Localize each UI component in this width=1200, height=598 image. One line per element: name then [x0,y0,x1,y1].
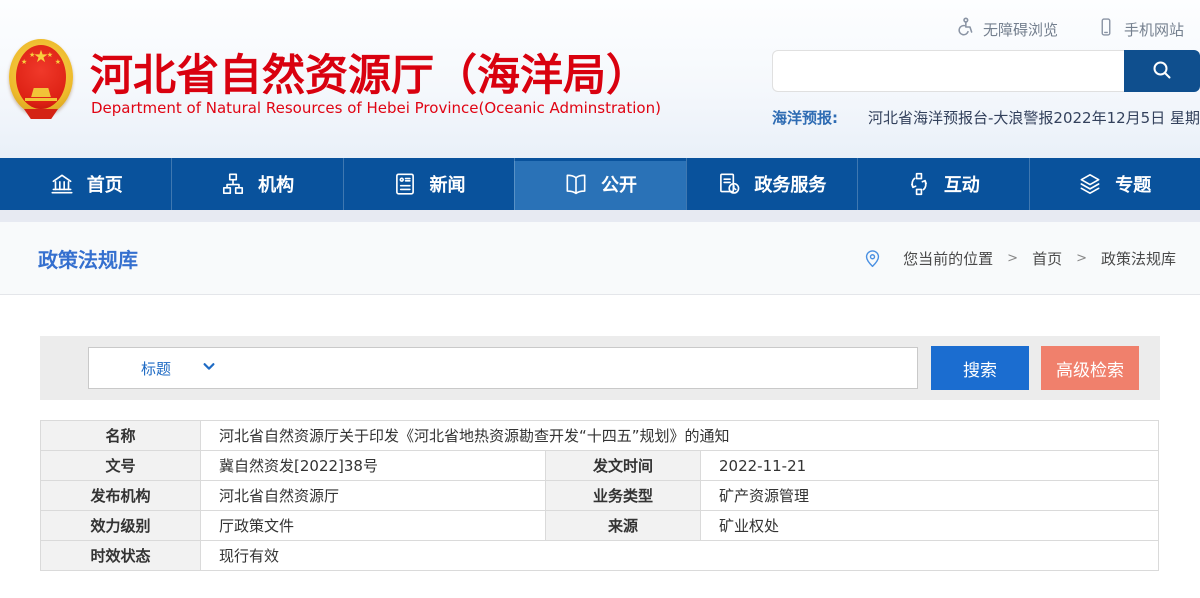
nav-label: 专题 [1115,171,1151,197]
advanced-search-button[interactable]: 高级检索 [1041,346,1139,390]
breadcrumb-current[interactable]: 政策法规库 [1101,248,1176,269]
table-row: 效力级别 厅政策文件 来源 矿业权处 [41,511,1159,541]
chevron-down-icon [201,359,217,377]
search-button[interactable]: 搜索 [931,346,1029,390]
site-subtitle: Department of Natural Resources of Hebei… [91,99,661,117]
site-header: 无障碍浏览 手机网站 ★ ★ ★ ★ ★ 河北省自然资源厅（海洋局） Depar… [0,0,1200,158]
policy-detail-table: 名称 河北省自然资源厅关于印发《河北省地热资源勘查开发“十四五”规划》的通知 文… [40,420,1159,571]
gov-service-icon [716,171,742,197]
detail-value-cell: 冀自然资发[2022]38号 [201,451,546,481]
policy-search-bar: 标题 搜索 高级检索 [40,336,1160,400]
detail-value-cell: 厅政策文件 [201,511,546,541]
nav-label: 首页 [87,171,123,197]
detail-value-cell: 现行有效 [201,541,1159,571]
detail-label-cell: 发文时间 [546,451,701,481]
forecast-link[interactable]: 河北省海洋预报台-大浪警报 [868,107,1053,128]
breadcrumb: 您当前的位置 > 首页 > 政策法规库 [862,248,1176,269]
table-row: 名称 河北省自然资源厅关于印发《河北省地热资源勘查开发“十四五”规划》的通知 [41,421,1159,451]
detail-label-cell: 时效状态 [41,541,201,571]
open-book-icon [563,171,589,197]
nav-item-news[interactable]: 新闻 [343,158,514,210]
nav-bottom-strip [0,210,1200,222]
topics-layers-icon [1077,171,1103,197]
detail-value-cell: 2022-11-21 [701,451,1159,481]
detail-label-cell: 发布机构 [41,481,201,511]
nav-item-public[interactable]: 公开 [514,158,685,210]
search-icon [1150,58,1174,85]
forecast-label: 海洋预报: [772,107,838,128]
nav-item-home[interactable]: 首页 [0,158,171,210]
site-search-button[interactable] [1124,50,1200,92]
nav-label: 新闻 [430,171,466,197]
ocean-forecast-bar: 海洋预报: 河北省海洋预报台-大浪警报 2022年12月5日 星期一 [772,107,1198,128]
news-icon [392,171,418,197]
policy-search-field: 标题 [88,347,918,389]
detail-value-cell: 矿业权处 [701,511,1159,541]
field-selector-label: 标题 [141,358,171,379]
site-search-input[interactable] [772,50,1124,92]
accessibility-link[interactable]: 无障碍浏览 [953,16,1058,42]
table-row: 发布机构 河北省自然资源厅 业务类型 矿产资源管理 [41,481,1159,511]
accessibility-icon [953,16,975,42]
location-pin-icon [862,248,883,269]
forecast-date: 2022年12月5日 星期一 [1053,107,1200,128]
nav-item-gov-service[interactable]: 政务服务 [686,158,857,210]
org-chart-icon [220,171,246,197]
nav-item-interact[interactable]: 互动 [857,158,1028,210]
main-content: 标题 搜索 高级检索 名称 河北省自然资源厅关于印发《河北省地热资源勘查开发“十… [0,295,1200,571]
location-bar: 政策法规库 您当前的位置 > 首页 > 政策法规库 [0,222,1200,295]
mobile-site-link[interactable]: 手机网站 [1096,17,1184,41]
nav-item-topics[interactable]: 专题 [1029,158,1200,210]
nav-item-org[interactable]: 机构 [171,158,342,210]
site-title: 河北省自然资源厅（海洋局） [90,41,649,103]
policy-query-input[interactable] [217,348,917,388]
detail-label-cell: 名称 [41,421,201,451]
detail-value-cell: 河北省自然资源厅 [201,481,546,511]
nav-label: 公开 [601,171,637,197]
nav-label: 互动 [944,171,980,197]
detail-label-cell: 文号 [41,451,201,481]
home-icon [49,171,75,197]
breadcrumb-separator: > [1076,251,1087,266]
field-selector-dropdown[interactable]: 标题 [141,358,217,379]
site-search [772,50,1200,92]
main-nav: 首页 机构 新闻 公开 [0,158,1200,210]
detail-value-cell: 矿产资源管理 [701,481,1159,511]
detail-value-cell: 河北省自然资源厅关于印发《河北省地热资源勘查开发“十四五”规划》的通知 [201,421,1159,451]
breadcrumb-label: 您当前的位置 [903,248,993,269]
breadcrumb-home[interactable]: 首页 [1032,248,1062,269]
detail-label-cell: 效力级别 [41,511,201,541]
detail-label-cell: 来源 [546,511,701,541]
national-emblem-logo: ★ ★ ★ ★ ★ [9,37,73,119]
breadcrumb-separator: > [1007,251,1018,266]
table-row: 文号 冀自然资发[2022]38号 发文时间 2022-11-21 [41,451,1159,481]
accessibility-label: 无障碍浏览 [983,19,1058,40]
topbar-links: 无障碍浏览 手机网站 [953,16,1184,42]
interact-icon [906,171,932,197]
nav-label: 机构 [258,171,294,197]
detail-label-cell: 业务类型 [546,481,701,511]
mobile-phone-icon [1096,17,1116,41]
nav-label: 政务服务 [754,171,826,197]
table-row: 时效状态 现行有效 [41,541,1159,571]
page-title[interactable]: 政策法规库 [38,244,138,273]
mobile-site-label: 手机网站 [1124,19,1184,40]
